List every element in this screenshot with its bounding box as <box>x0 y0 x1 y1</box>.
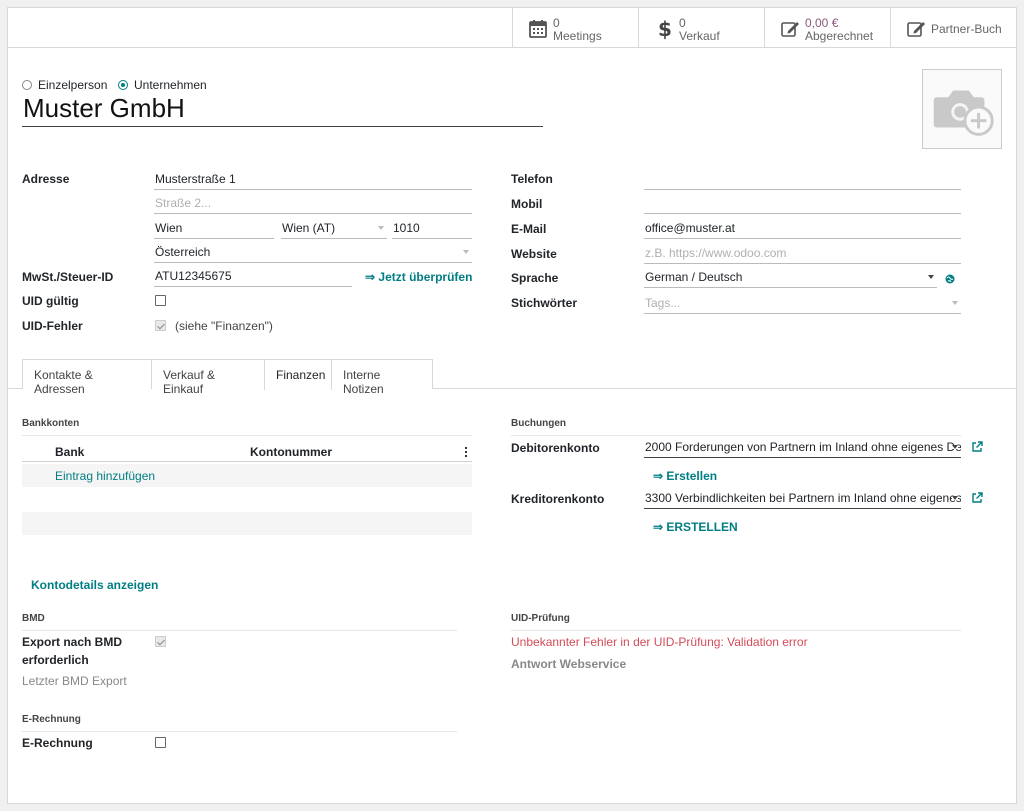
invoiced-button[interactable]: 0,00 € Abgerechnet <box>764 8 890 48</box>
street-field[interactable]: Musterstraße 1 <box>154 170 472 190</box>
column-header-bank[interactable]: Bank <box>55 445 84 459</box>
tab-internal-notes[interactable]: Interne Notizen <box>331 359 433 396</box>
tags-placeholder: Tags... <box>645 296 681 310</box>
camera-plus-icon <box>933 90 994 136</box>
bmd-section-title: BMD <box>22 613 457 631</box>
website-field[interactable]: z.B. https://www.odoo.com <box>644 244 961 264</box>
receivable-create-link[interactable]: ⇒ Erstellen <box>653 469 717 483</box>
einvoice-section-title: E-Rechnung <box>22 714 457 732</box>
tags-label: Stichwörter <box>511 296 578 310</box>
edit-icon <box>907 22 925 37</box>
radio-individual-label: Einzelperson <box>38 78 108 92</box>
bmd-export-checkbox <box>155 636 166 647</box>
chevron-down-icon <box>928 275 934 279</box>
form-sheet: 0 Meetings $ 0 Verkauf 0,00 € Abgerechne… <box>7 7 1017 804</box>
radio-individual[interactable]: Einzelperson <box>22 78 107 92</box>
invoiced-amount: 0,00 € <box>805 16 839 30</box>
payable-account-label: Kreditorenkonto <box>511 492 605 506</box>
table-row <box>22 512 472 535</box>
tab-contacts-addresses[interactable]: Kontakte & Adressen <box>22 359 152 396</box>
external-link-icon[interactable] <box>971 492 983 504</box>
uid-error-label: UID-Fehler <box>22 319 83 333</box>
language-value: German / Deutsch <box>645 270 743 284</box>
receivable-account-value: 2000 Forderungen von Partnern im Inland … <box>645 440 961 454</box>
uid-valid-checkbox[interactable] <box>155 295 166 306</box>
vat-label: MwSt./Steuer-ID <box>22 270 114 284</box>
partner-ledger-button[interactable]: Partner-Buch <box>890 8 1016 48</box>
bmd-export-label: Export nach BMD <box>22 635 123 649</box>
email-field[interactable]: office@muster.at <box>644 219 961 239</box>
receivable-account-label: Debitorenkonto <box>511 441 600 455</box>
tab-finance[interactable]: Finanzen <box>264 359 332 390</box>
receivable-account-select[interactable]: 2000 Forderungen von Partnern im Inland … <box>644 438 961 458</box>
state-select[interactable]: Wien (AT) <box>281 219 387 239</box>
einvoice-label: E-Rechnung <box>22 736 93 750</box>
country-select[interactable]: Österreich <box>154 243 472 263</box>
payable-account-select[interactable]: 3300 Verbindlichkeiten bei Partnern im I… <box>644 489 961 509</box>
add-line-link[interactable]: Eintrag hinzufügen <box>55 469 155 483</box>
external-link-icon[interactable] <box>971 441 983 453</box>
meetings-button[interactable]: 0 Meetings <box>512 8 638 48</box>
optional-columns-icon[interactable] <box>465 447 468 459</box>
chevron-down-icon <box>952 496 958 500</box>
payable-account-value: 3300 Verbindlichkeiten bei Partnern im I… <box>645 491 961 505</box>
table-header-divider <box>22 461 472 462</box>
edit-icon <box>781 22 799 37</box>
uid-webservice-label: Antwort Webservice <box>511 657 627 671</box>
chevron-down-icon <box>463 250 469 254</box>
language-label: Sprache <box>511 271 559 285</box>
tags-field[interactable]: Tags... <box>644 294 961 314</box>
website-label: Website <box>511 247 557 261</box>
mobile-field[interactable] <box>644 194 961 214</box>
meetings-label: Meetings <box>553 29 602 43</box>
payable-create-link[interactable]: ⇒ ERSTELLEN <box>653 520 738 534</box>
avatar-upload[interactable] <box>922 69 1002 149</box>
address-label: Adresse <box>22 172 70 186</box>
vat-check-link[interactable]: ⇒ Jetzt überprüfen <box>365 270 472 284</box>
svg-text:$: $ <box>658 18 672 40</box>
street2-field[interactable]: Straße 2... <box>154 194 472 214</box>
chevron-down-icon <box>952 445 958 449</box>
chevron-down-icon <box>952 301 958 305</box>
phone-label: Telefon <box>511 172 553 186</box>
mobile-label: Mobil <box>511 197 543 211</box>
vat-field[interactable]: ATU12345675 <box>154 267 352 287</box>
calendar-icon <box>529 20 547 38</box>
tab-sales-purchase[interactable]: Verkauf & Einkauf <box>151 359 265 396</box>
phone-field[interactable] <box>644 170 961 190</box>
column-header-account-number[interactable]: Kontonummer <box>250 445 332 459</box>
partner-name-field[interactable]: Muster GmbH <box>22 93 543 127</box>
globe-icon[interactable] <box>945 274 955 284</box>
uid-check-error-text: Unbekannter Fehler in der UID-Prüfung: V… <box>511 635 808 649</box>
sales-label: Verkauf <box>679 29 720 43</box>
state-value: Wien (AT) <box>282 221 336 235</box>
uid-check-section-title: UID-Prüfung <box>511 613 961 631</box>
uid-error-checkbox <box>155 320 166 331</box>
bank-accounts-section-title: Bankkonten <box>22 418 472 436</box>
einvoice-checkbox[interactable] <box>155 737 166 748</box>
bookings-section-title: Buchungen <box>511 418 961 436</box>
bmd-export-label-line2: erforderlich <box>22 653 89 667</box>
smart-button-bar: 0 Meetings $ 0 Verkauf 0,00 € Abgerechne… <box>8 8 1016 48</box>
bmd-last-export-label: Letzter BMD Export <box>22 674 127 688</box>
country-value: Österreich <box>155 245 211 259</box>
dollar-icon: $ <box>658 18 672 40</box>
uid-valid-label: UID gültig <box>22 294 79 308</box>
radio-dot-selected <box>118 80 128 90</box>
sales-count: 0 <box>679 16 686 30</box>
meetings-count: 0 <box>553 16 560 30</box>
partner-ledger-label: Partner-Buch <box>931 22 1002 36</box>
city-field[interactable]: Wien <box>154 219 274 239</box>
radio-dot <box>22 80 32 90</box>
email-label: E-Mail <box>511 222 547 236</box>
language-select[interactable]: German / Deutsch <box>644 268 937 288</box>
uid-error-note: (siehe "Finanzen") <box>175 319 273 333</box>
zip-field[interactable]: 1010 <box>392 219 472 239</box>
chevron-down-icon <box>378 226 384 230</box>
radio-company[interactable]: Unternehmen <box>118 78 207 92</box>
sales-button[interactable]: $ 0 Verkauf <box>638 8 764 48</box>
show-account-details-link[interactable]: Kontodetails anzeigen <box>31 578 158 592</box>
invoiced-label: Abgerechnet <box>805 29 874 43</box>
radio-company-label: Unternehmen <box>134 78 207 92</box>
